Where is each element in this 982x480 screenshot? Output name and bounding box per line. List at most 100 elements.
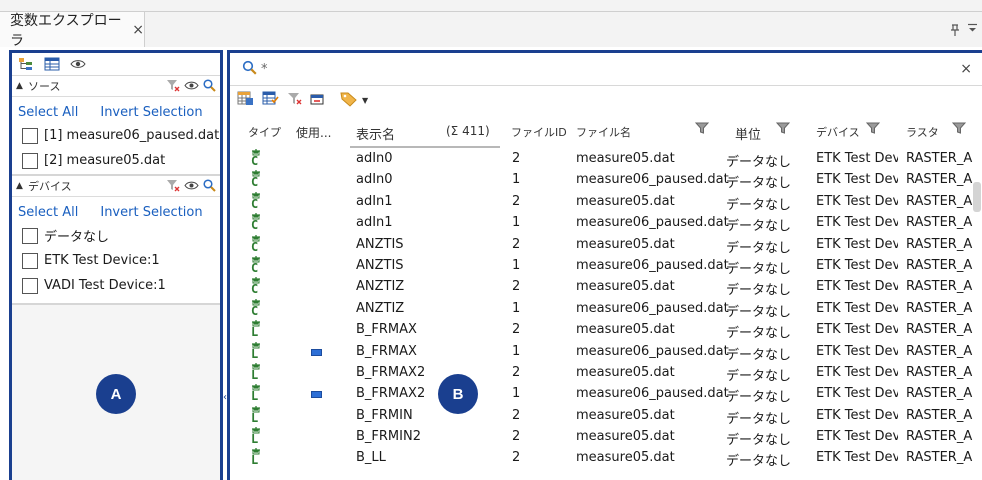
table-row[interactable]: L B_FRMAX 2 measure05.dat データなし ETK Test… bbox=[230, 320, 982, 341]
filter-icon[interactable] bbox=[694, 121, 710, 138]
table-row[interactable]: C ANZTIS 2 measure05.dat データなし ETK Test … bbox=[230, 234, 982, 256]
unit-cell: データなし bbox=[726, 197, 792, 213]
file-name-cell: measure06_paused.dat bbox=[576, 386, 729, 402]
display-name-cell: ANZTIS bbox=[356, 257, 404, 273]
search-input[interactable]: * bbox=[261, 62, 268, 77]
unit-cell: データなし bbox=[726, 390, 792, 406]
tree-view-icon[interactable] bbox=[18, 57, 34, 71]
device-cell: ETK Test Dev bbox=[816, 151, 898, 166]
source-label: [1] measure06_paused.dat bbox=[44, 128, 220, 143]
table-row[interactable]: L B_FRMAX2 2 measure05.dat データなし ETK Tes… bbox=[230, 362, 982, 384]
device-cell: ETK Test Dev bbox=[816, 257, 898, 273]
eye-icon[interactable] bbox=[70, 57, 86, 71]
unit-cell: データなし bbox=[726, 368, 792, 384]
source-item[interactable]: [1] measure06_paused.dat bbox=[12, 123, 220, 148]
table-row[interactable]: C adIn1 2 measure05.dat データなし ETK Test D… bbox=[230, 191, 982, 213]
clear-filter-icon[interactable] bbox=[166, 178, 180, 195]
raster-cell: RASTER_A bbox=[906, 386, 973, 402]
filter-icon[interactable] bbox=[951, 121, 967, 138]
device-cell: ETK Test Dev bbox=[816, 364, 898, 380]
source-checkbox[interactable] bbox=[22, 127, 38, 144]
clear-search-icon[interactable]: × bbox=[960, 61, 972, 77]
table-row[interactable]: L B_FRMIN 2 measure05.dat データなし ETK Test… bbox=[230, 405, 982, 427]
filter-icon[interactable] bbox=[775, 121, 791, 138]
device-cell: ETK Test Dev bbox=[816, 429, 898, 445]
sort-indicator bbox=[350, 146, 500, 148]
table-row[interactable]: C ANZTIZ 1 measure06_paused.dat データなし ET… bbox=[230, 298, 982, 320]
invert-selection-devices-link[interactable]: Invert Selection bbox=[100, 205, 202, 220]
display-name-cell: B_FRMAX bbox=[356, 343, 417, 359]
table-row[interactable]: C ANZTIZ 2 measure05.dat データなし ETK Test … bbox=[230, 277, 982, 298]
devices-section-header[interactable]: ▲ デバイス bbox=[12, 176, 220, 197]
pin-icon[interactable] bbox=[950, 24, 960, 40]
used-indicator bbox=[311, 391, 322, 399]
search-icon[interactable] bbox=[203, 78, 216, 95]
table-row[interactable]: C adIn1 1 measure06_paused.dat データなし ETK… bbox=[230, 213, 982, 234]
collapse-caret-icon[interactable]: ▲ bbox=[16, 81, 26, 91]
raster-cell: RASTER_A bbox=[906, 215, 973, 231]
variable-type-letter: L bbox=[251, 410, 259, 425]
clear-filter-icon[interactable] bbox=[287, 91, 302, 109]
collapse-caret-icon[interactable]: ▲ bbox=[16, 181, 26, 191]
vertical-scrollbar[interactable] bbox=[973, 182, 981, 212]
device-checkbox[interactable] bbox=[22, 227, 38, 244]
used-indicator bbox=[311, 348, 322, 356]
window-menu-icon[interactable] bbox=[968, 23, 977, 36]
column-header-device[interactable]: デバイス bbox=[816, 124, 860, 140]
device-checkbox[interactable] bbox=[22, 277, 38, 294]
column-header-file-id[interactable]: ファイルID bbox=[511, 124, 567, 140]
table-row[interactable]: C adIn0 1 measure06_paused.dat データなし ETK… bbox=[230, 170, 982, 191]
variable-type-letter: C bbox=[251, 282, 259, 297]
variable-table-panel: * × ▼ タイプ 使用... 表示名 (Σ 411) ファイルID ファイル名… bbox=[227, 50, 982, 480]
display-name-cell: B_FRMIN2 bbox=[356, 429, 421, 445]
select-columns-icon[interactable] bbox=[262, 91, 279, 109]
table-row[interactable]: C adIn0 2 measure05.dat データなし ETK Test D… bbox=[230, 149, 982, 170]
device-item[interactable]: データなし bbox=[12, 223, 220, 248]
unit-cell: データなし bbox=[726, 454, 792, 470]
invert-selection-sources-link[interactable]: Invert Selection bbox=[100, 105, 202, 120]
select-all-devices-link[interactable]: Select All bbox=[18, 205, 78, 220]
table-row[interactable]: L B_FRMIN2 2 measure05.dat データなし ETK Tes… bbox=[230, 427, 982, 448]
close-icon[interactable]: × bbox=[132, 22, 144, 38]
source-item[interactable]: [2] measure05.dat bbox=[12, 148, 220, 173]
tag-dropdown-chevron-down-icon[interactable]: ▼ bbox=[362, 96, 368, 105]
unit-cell: データなし bbox=[726, 219, 792, 235]
unit-cell: データなし bbox=[726, 176, 792, 192]
eye-icon[interactable] bbox=[184, 80, 199, 94]
select-all-sources-link[interactable]: Select All bbox=[18, 105, 78, 120]
column-header-unit[interactable]: 単位 bbox=[735, 124, 761, 143]
table-view-icon[interactable] bbox=[44, 57, 60, 71]
clear-filter-icon[interactable] bbox=[166, 78, 180, 95]
table-toolbar: ▼ bbox=[237, 89, 368, 111]
column-header-raster[interactable]: ラスタ bbox=[906, 124, 939, 140]
variable-type-letter: L bbox=[251, 325, 259, 340]
table-row[interactable]: L B_LL 2 measure05.dat データなし ETK Test De… bbox=[230, 448, 982, 469]
device-item[interactable]: VADI Test Device:1 bbox=[12, 273, 220, 298]
search-icon[interactable] bbox=[203, 178, 216, 195]
filter-icon[interactable] bbox=[865, 121, 881, 138]
table-body: C adIn0 2 measure05.dat データなし ETK Test D… bbox=[230, 149, 982, 470]
column-header-type[interactable]: タイプ bbox=[248, 124, 281, 140]
table-row[interactable]: L B_FRMAX2 1 measure06_paused.dat データなし … bbox=[230, 384, 982, 405]
table-row[interactable]: L B_FRMAX 1 measure06_paused.dat データなし E… bbox=[230, 341, 982, 363]
file-id-cell: 2 bbox=[512, 279, 521, 295]
device-item[interactable]: ETK Test Device:1 bbox=[12, 248, 220, 273]
device-cell: ETK Test Dev bbox=[816, 450, 898, 466]
eye-icon[interactable] bbox=[184, 180, 199, 194]
column-header-used[interactable]: 使用... bbox=[296, 124, 331, 141]
add-to-grid-icon[interactable] bbox=[237, 91, 254, 109]
device-checkbox[interactable] bbox=[22, 252, 38, 269]
sources-section-header[interactable]: ▲ ソース bbox=[12, 76, 220, 97]
display-name-cell: B_FRMAX2 bbox=[356, 386, 426, 402]
variable-type-icon: C bbox=[248, 213, 264, 234]
table-row[interactable]: C ANZTIS 1 measure06_paused.dat データなし ET… bbox=[230, 255, 982, 277]
fill-window-icon[interactable] bbox=[310, 93, 324, 108]
column-header-display-name[interactable]: 表示名 bbox=[356, 124, 395, 143]
tag-icon[interactable] bbox=[340, 91, 358, 110]
file-name-cell: measure05.dat bbox=[576, 236, 675, 252]
tab-variable-explorer[interactable]: 変数エクスプローラ × bbox=[0, 12, 145, 49]
source-checkbox[interactable] bbox=[22, 152, 38, 169]
column-header-file-name[interactable]: ファイル名 bbox=[576, 124, 631, 140]
search-bar[interactable]: * × bbox=[230, 53, 982, 86]
file-name-cell: measure06_paused.dat bbox=[576, 257, 729, 273]
